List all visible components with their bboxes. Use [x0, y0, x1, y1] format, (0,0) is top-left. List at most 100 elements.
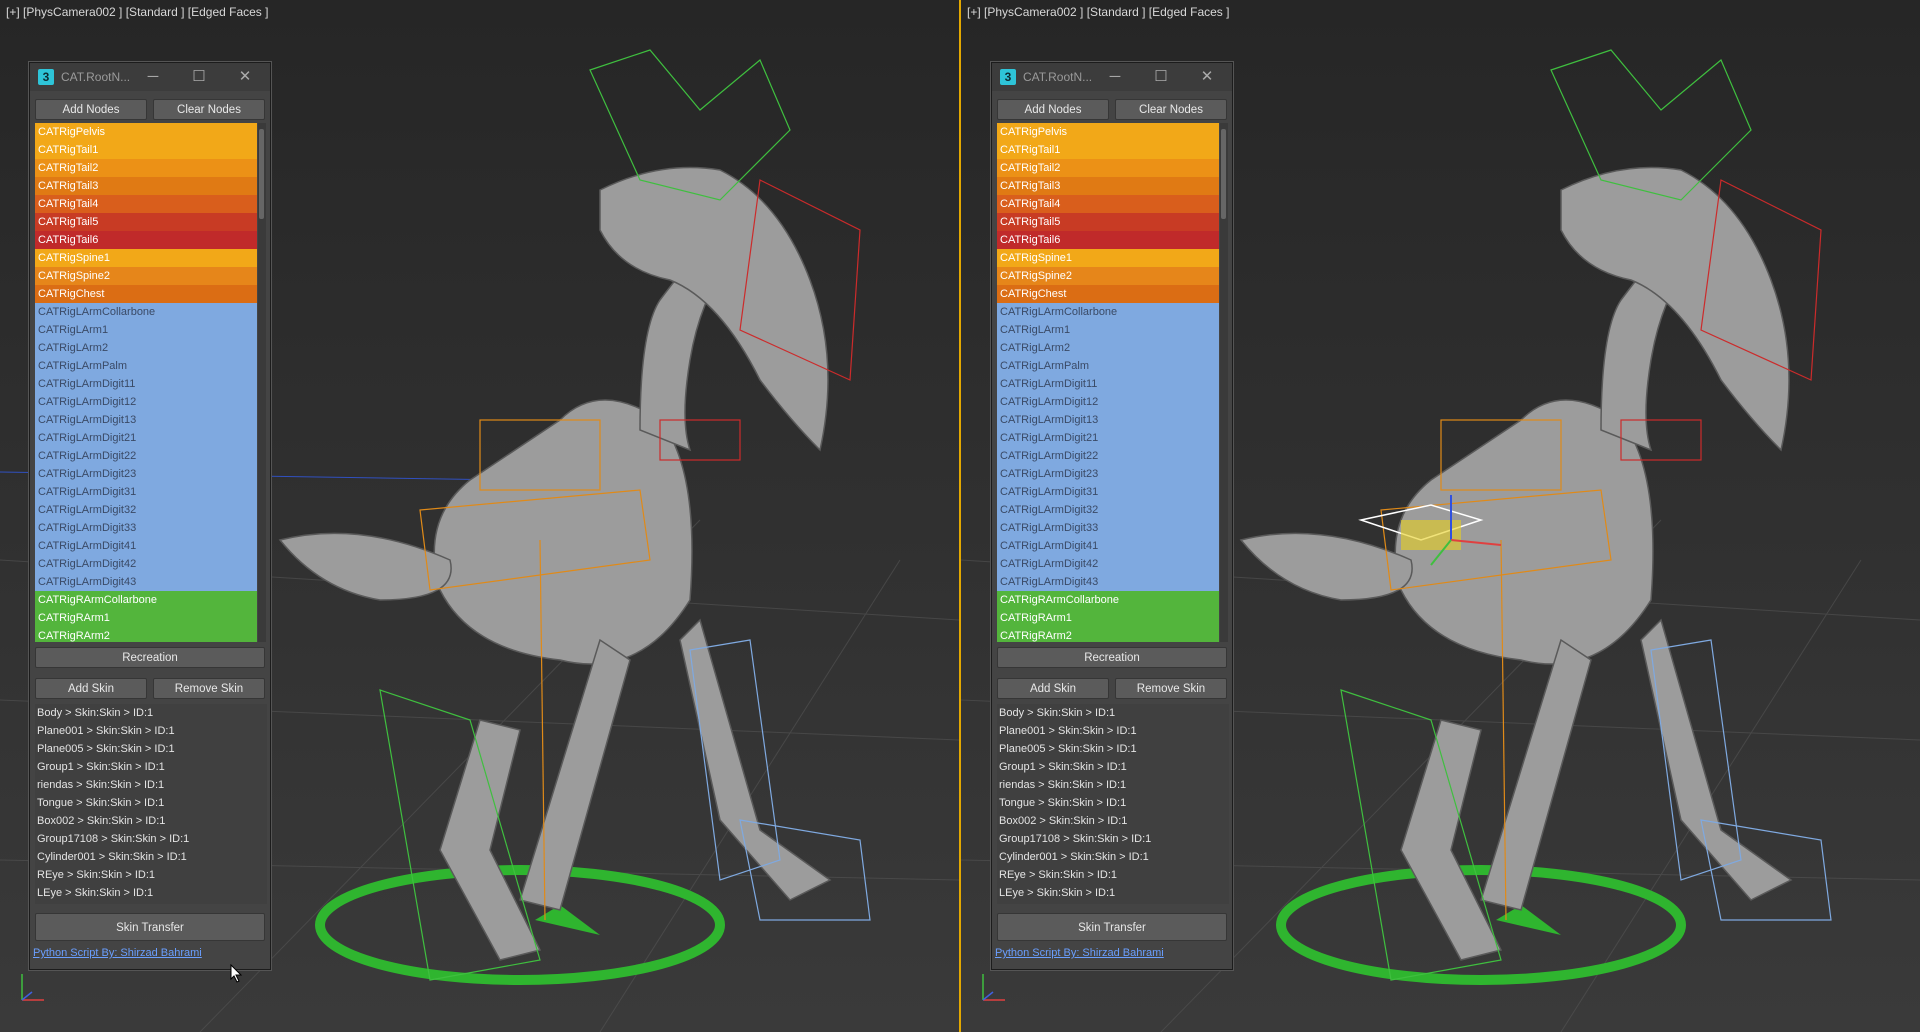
skin-list-item[interactable]: Plane001 > Skin:Skin > ID:1: [997, 722, 1229, 740]
node-list-item[interactable]: CATRigChest: [997, 285, 1219, 303]
node-list-item[interactable]: CATRigTail5: [35, 213, 257, 231]
node-list-item[interactable]: CATRigSpine2: [997, 267, 1219, 285]
node-list-item[interactable]: CATRigLArmCollarbone: [997, 303, 1219, 321]
scrollbar-thumb[interactable]: [259, 129, 264, 219]
node-list-item[interactable]: CATRigRArm2: [997, 627, 1219, 642]
node-list-item[interactable]: CATRigTail3: [35, 177, 257, 195]
viewport-label[interactable]: [+] [PhysCamera002 ] [Standard ] [Edged …: [967, 5, 1229, 19]
viewport-label[interactable]: [+] [PhysCamera002 ] [Standard ] [Edged …: [6, 5, 268, 19]
skin-list-item[interactable]: Box002 > Skin:Skin > ID:1: [997, 812, 1229, 830]
node-list-item[interactable]: CATRigLArmDigit21: [997, 429, 1219, 447]
node-list-item[interactable]: CATRigLArmDigit11: [35, 375, 257, 393]
node-list-item[interactable]: CATRigLArmDigit23: [35, 465, 257, 483]
node-list-item[interactable]: CATRigPelvis: [35, 123, 257, 141]
skin-list-item[interactable]: riendas > Skin:Skin > ID:1: [35, 776, 267, 794]
node-list-item[interactable]: CATRigLArmDigit12: [997, 393, 1219, 411]
node-list-item[interactable]: CATRigTail6: [997, 231, 1219, 249]
node-list-item[interactable]: CATRigLArmDigit42: [35, 555, 257, 573]
skin-list-item[interactable]: Cylinder001 > Skin:Skin > ID:1: [997, 848, 1229, 866]
node-list-item[interactable]: CATRigTail1: [35, 141, 257, 159]
node-list-item[interactable]: CATRigLArm2: [997, 339, 1219, 357]
node-list-item[interactable]: CATRigLArmDigit43: [35, 573, 257, 591]
node-list-item[interactable]: CATRigRArm1: [997, 609, 1219, 627]
skin-list-item[interactable]: LEye > Skin:Skin > ID:1: [35, 884, 267, 902]
scrollbar-thumb[interactable]: [1221, 129, 1226, 219]
skin-list-item[interactable]: Plane005 > Skin:Skin > ID:1: [35, 740, 267, 758]
node-list-item[interactable]: CATRigLArm1: [35, 321, 257, 339]
remove-skin-button[interactable]: Remove Skin: [153, 678, 265, 699]
recreation-button[interactable]: Recreation: [35, 647, 265, 668]
node-list-item[interactable]: CATRigChest: [35, 285, 257, 303]
node-list-item[interactable]: CATRigTail4: [997, 195, 1219, 213]
skin-list-item[interactable]: LEye > Skin:Skin > ID:1: [997, 884, 1229, 902]
minimize-icon[interactable]: ─: [142, 66, 164, 88]
node-list-item[interactable]: CATRigTail2: [35, 159, 257, 177]
node-list-item[interactable]: CATRigRArm1: [35, 609, 257, 627]
node-list-item[interactable]: CATRigLArmCollarbone: [35, 303, 257, 321]
maximize-icon[interactable]: ☐: [188, 66, 210, 88]
node-list-item[interactable]: CATRigTail3: [997, 177, 1219, 195]
node-list-item[interactable]: CATRigRArmCollarbone: [35, 591, 257, 609]
window-titlebar[interactable]: 3 CAT.RootN... ─ ☐ ✕: [992, 63, 1232, 91]
skin-list-item[interactable]: Group1 > Skin:Skin > ID:1: [997, 758, 1229, 776]
node-list-item[interactable]: CATRigLArmDigit21: [35, 429, 257, 447]
node-list-item[interactable]: CATRigLArmDigit22: [997, 447, 1219, 465]
node-list-scrollbar[interactable]: [1220, 123, 1228, 642]
skin-list-item[interactable]: Plane001 > Skin:Skin > ID:1: [35, 722, 267, 740]
skin-list-item[interactable]: REye > Skin:Skin > ID:1: [997, 866, 1229, 884]
skin-transfer-button[interactable]: Skin Transfer: [35, 913, 265, 941]
node-list-item[interactable]: CATRigLArmDigit31: [997, 483, 1219, 501]
node-list-item[interactable]: CATRigLArmDigit32: [997, 501, 1219, 519]
skin-list-item[interactable]: Group17108 > Skin:Skin > ID:1: [35, 830, 267, 848]
node-list-item[interactable]: CATRigLArmPalm: [997, 357, 1219, 375]
skin-list-item[interactable]: Tongue > Skin:Skin > ID:1: [35, 794, 267, 812]
recreation-button[interactable]: Recreation: [997, 647, 1227, 668]
credit-link[interactable]: Python Script By: Shirzad Bahrami: [33, 947, 202, 959]
skin-list-item[interactable]: REye > Skin:Skin > ID:1: [35, 866, 267, 884]
add-skin-button[interactable]: Add Skin: [35, 678, 147, 699]
add-skin-button[interactable]: Add Skin: [997, 678, 1109, 699]
node-list-item[interactable]: CATRigPelvis: [997, 123, 1219, 141]
clear-nodes-button[interactable]: Clear Nodes: [1115, 99, 1227, 120]
skin-list-item[interactable]: Tongue > Skin:Skin > ID:1: [997, 794, 1229, 812]
node-list-item[interactable]: CATRigSpine1: [35, 249, 257, 267]
skin-transfer-button[interactable]: Skin Transfer: [997, 913, 1227, 941]
node-list[interactable]: CATRigPelvis CATRigTail1 CATRigTail2 CATRig…: [997, 123, 1219, 642]
node-list-item[interactable]: CATRigTail5: [997, 213, 1219, 231]
skin-list-item[interactable]: Group17108 > Skin:Skin > ID:1: [997, 830, 1229, 848]
clear-nodes-button[interactable]: Clear Nodes: [153, 99, 265, 120]
node-list-item[interactable]: CATRigTail2: [997, 159, 1219, 177]
node-list-item[interactable]: CATRigSpine2: [35, 267, 257, 285]
node-list-item[interactable]: CATRigLArmDigit42: [997, 555, 1219, 573]
close-icon[interactable]: ✕: [1196, 66, 1218, 88]
node-list-item[interactable]: CATRigRArmCollarbone: [997, 591, 1219, 609]
node-list-item[interactable]: CATRigLArmDigit23: [997, 465, 1219, 483]
window-titlebar[interactable]: 3 CAT.RootN... ─ ☐ ✕: [30, 63, 270, 91]
skin-list-item[interactable]: Body > Skin:Skin > ID:1: [35, 704, 267, 722]
skin-list[interactable]: Body > Skin:Skin > ID:1 Plane001 > Skin:S…: [997, 704, 1229, 904]
node-list-item[interactable]: CATRigLArmDigit32: [35, 501, 257, 519]
maximize-icon[interactable]: ☐: [1150, 66, 1172, 88]
viewport-right[interactable]: [+] [PhysCamera002 ] [Standard ] [Edged …: [961, 0, 1920, 1032]
close-icon[interactable]: ✕: [234, 66, 256, 88]
node-list-item[interactable]: CATRigLArmDigit12: [35, 393, 257, 411]
viewport-left[interactable]: [+] [PhysCamera002 ] [Standard ] [Edged …: [0, 0, 959, 1032]
node-list-item[interactable]: CATRigLArmDigit22: [35, 447, 257, 465]
node-list-item[interactable]: CATRigLArmPalm: [35, 357, 257, 375]
skin-list-item[interactable]: Body > Skin:Skin > ID:1: [997, 704, 1229, 722]
skin-list-item[interactable]: Plane005 > Skin:Skin > ID:1: [997, 740, 1229, 758]
cat-tool-window[interactable]: 3 CAT.RootN... ─ ☐ ✕ Add Nodes Clear Nod…: [991, 62, 1233, 970]
node-list-scrollbar[interactable]: [258, 123, 266, 642]
node-list-item[interactable]: CATRigTail1: [997, 141, 1219, 159]
skin-list-item[interactable]: Box002 > Skin:Skin > ID:1: [35, 812, 267, 830]
node-list-item[interactable]: CATRigLArmDigit31: [35, 483, 257, 501]
node-list-item[interactable]: CATRigTail6: [35, 231, 257, 249]
skin-list-item[interactable]: Group1 > Skin:Skin > ID:1: [35, 758, 267, 776]
node-list-item[interactable]: CATRigLArm2: [35, 339, 257, 357]
credit-link[interactable]: Python Script By: Shirzad Bahrami: [995, 947, 1164, 959]
minimize-icon[interactable]: ─: [1104, 66, 1126, 88]
skin-list-item[interactable]: Cylinder001 > Skin:Skin > ID:1: [35, 848, 267, 866]
node-list-item[interactable]: CATRigTail4: [35, 195, 257, 213]
add-nodes-button[interactable]: Add Nodes: [35, 99, 147, 120]
node-list-item[interactable]: CATRigLArmDigit41: [35, 537, 257, 555]
